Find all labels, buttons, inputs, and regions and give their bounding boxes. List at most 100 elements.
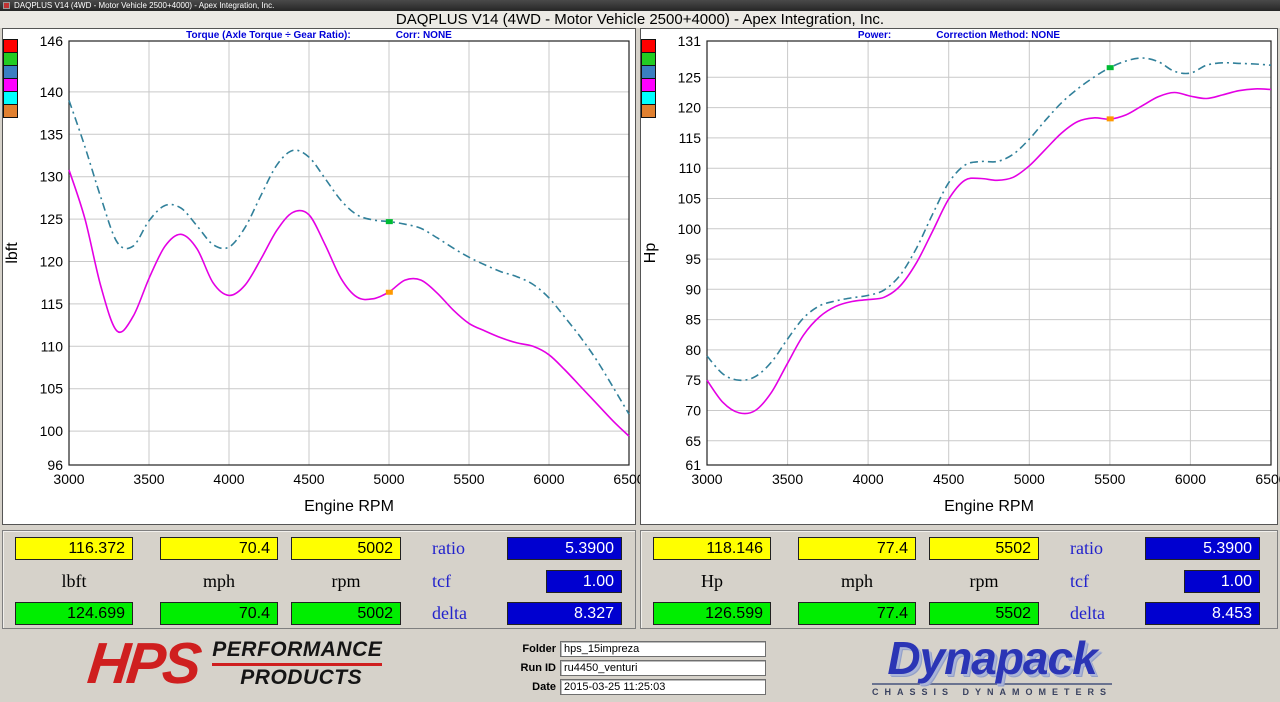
x-tick-label: 6000 [533,471,564,487]
dynapack-logo: Dynapack CHASSIS DYNAMOMETERS [872,636,1112,697]
torque-reference-value: 124.699 [15,602,133,625]
app-title: DAQPLUS V14 (4WD - Motor Vehicle 2500+40… [0,11,1280,28]
hps-logo-acronym: HPS [85,636,201,692]
legend-swatch-green[interactable] [641,52,656,66]
window-titlebar[interactable]: DAQPLUS V14 (4WD - Motor Vehicle 2500+40… [0,0,1280,11]
y-tick-label: 80 [685,342,701,358]
cursor-marker[interactable] [1107,65,1114,70]
x-tick-label: 4000 [213,471,244,487]
power-cursor-value: 118.146 [653,537,771,560]
y-tick-label: 130 [40,169,64,185]
y-tick-label: 100 [678,221,702,237]
torque-chart-header: Torque (Axle Torque ÷ Gear Ratio): Corr:… [3,30,635,41]
legend-swatch-red[interactable] [641,39,656,53]
torque-cursor-value: 116.372 [15,537,133,560]
power-readout-panel: 118.146 77.4 5502 ratio 5.3900 Hp mph rp… [640,530,1278,629]
y-tick-label: 105 [678,190,702,206]
delta-value: 8.327 [507,602,622,625]
cursor-marker[interactable] [386,219,393,224]
hps-logo-word1: PERFORMANCE [212,638,382,666]
run-id-label: Run ID [508,662,560,674]
legend-swatch-magenta[interactable] [641,78,656,92]
y-tick-label: 105 [40,381,64,397]
torque-correction-label: Corr: NONE [396,30,452,41]
torque-chart-panel: Torque (Axle Torque ÷ Gear Ratio): Corr:… [2,28,636,525]
x-tick-label: 5500 [453,471,484,487]
y-tick-label: 120 [678,100,702,116]
y-tick-label: 125 [40,211,64,227]
legend-swatch-blue[interactable] [3,65,18,79]
folder-label: Folder [508,643,560,655]
x-tick-label: 5500 [1094,471,1125,487]
daqplus-window: DAQPLUS V14 (4WD - Motor Vehicle 2500+40… [0,0,1280,702]
speed-unit-label: mph [798,570,916,593]
torque-unit-label: lbft [15,570,133,593]
power-correction-label: Correction Method: NONE [936,30,1060,41]
y-tick-label: 85 [685,312,701,328]
legend-swatch-orange[interactable] [641,104,656,118]
x-tick-label: 3500 [133,471,164,487]
legend-swatch-green[interactable] [3,52,18,66]
torque-legend-swatches [3,40,18,118]
folder-input[interactable] [560,641,766,657]
date-input[interactable] [560,679,766,695]
y-tick-label: 110 [41,338,64,354]
y-tick-label: 140 [40,84,64,100]
power-unit-label: Hp [653,570,771,593]
x-tick-label: 6000 [1175,471,1206,487]
speed-cursor-value: 70.4 [160,537,278,560]
y-tick-label: 115 [41,296,64,312]
x-tick-label: 5000 [373,471,404,487]
legend-swatch-blue[interactable] [641,65,656,79]
y-tick-label: 120 [40,253,64,269]
y-tick-label: 65 [685,433,701,449]
x-axis-label: Engine RPM [944,498,1034,515]
torque-chart[interactable]: 9610010511011512012513013514014630003500… [3,29,637,526]
dynapack-logo-tagline: CHASSIS DYNAMOMETERS [872,683,1112,697]
rpm-reference-value: 5002 [291,602,401,625]
rpm-unit-label: rpm [929,570,1039,593]
x-tick-label: 5000 [1014,471,1045,487]
power-chart[interactable]: 6165707580859095100105110115120125131300… [641,29,1279,526]
legend-swatch-orange[interactable] [3,104,18,118]
tcf-value: 1.00 [546,570,622,593]
x-axis-label: Engine RPM [304,498,394,515]
ratio-value: 5.3900 [507,537,622,560]
y-tick-label: 95 [685,251,701,267]
footer: HPS PERFORMANCE PRODUCTS Folder Run ID D… [0,630,1280,702]
plot-background [707,41,1271,465]
legend-swatch-cyan[interactable] [641,91,656,105]
x-tick-label: 4500 [933,471,964,487]
hps-logo: HPS PERFORMANCE PRODUCTS [88,636,382,692]
legend-swatch-red[interactable] [3,39,18,53]
cursor-marker[interactable] [386,290,393,295]
delta-label: delta [1070,602,1142,625]
tcf-label: tcf [432,570,504,593]
run-id-input[interactable] [560,660,766,676]
x-tick-label: 3000 [691,471,722,487]
rpm-unit-label: rpm [291,570,401,593]
y-axis-label: lbft [4,242,21,264]
legend-swatch-cyan[interactable] [3,91,18,105]
rpm-cursor-value: 5002 [291,537,401,560]
delta-label: delta [432,602,504,625]
dynapack-logo-name: Dynapack [872,636,1112,680]
legend-swatch-magenta[interactable] [3,78,18,92]
y-tick-label: 135 [40,126,64,142]
hps-logo-word2: PRODUCTS [240,666,382,690]
plot-background [69,41,629,465]
ratio-value: 5.3900 [1145,537,1260,560]
app-icon [3,2,10,9]
titlebar-text: DAQPLUS V14 (4WD - Motor Vehicle 2500+40… [14,1,274,10]
ratio-label: ratio [432,537,504,560]
tcf-label: tcf [1070,570,1142,593]
ratio-label: ratio [1070,537,1142,560]
tcf-value: 1.00 [1184,570,1260,593]
power-legend-swatches [641,40,656,118]
cursor-marker[interactable] [1107,116,1114,121]
y-tick-label: 115 [679,130,702,146]
speed-reference-value: 70.4 [160,602,278,625]
torque-readout-panel: 116.372 70.4 5002 ratio 5.3900 lbft mph … [2,530,636,629]
run-info-fields: Folder Run ID Date [508,641,766,698]
rpm-cursor-value: 5502 [929,537,1039,560]
